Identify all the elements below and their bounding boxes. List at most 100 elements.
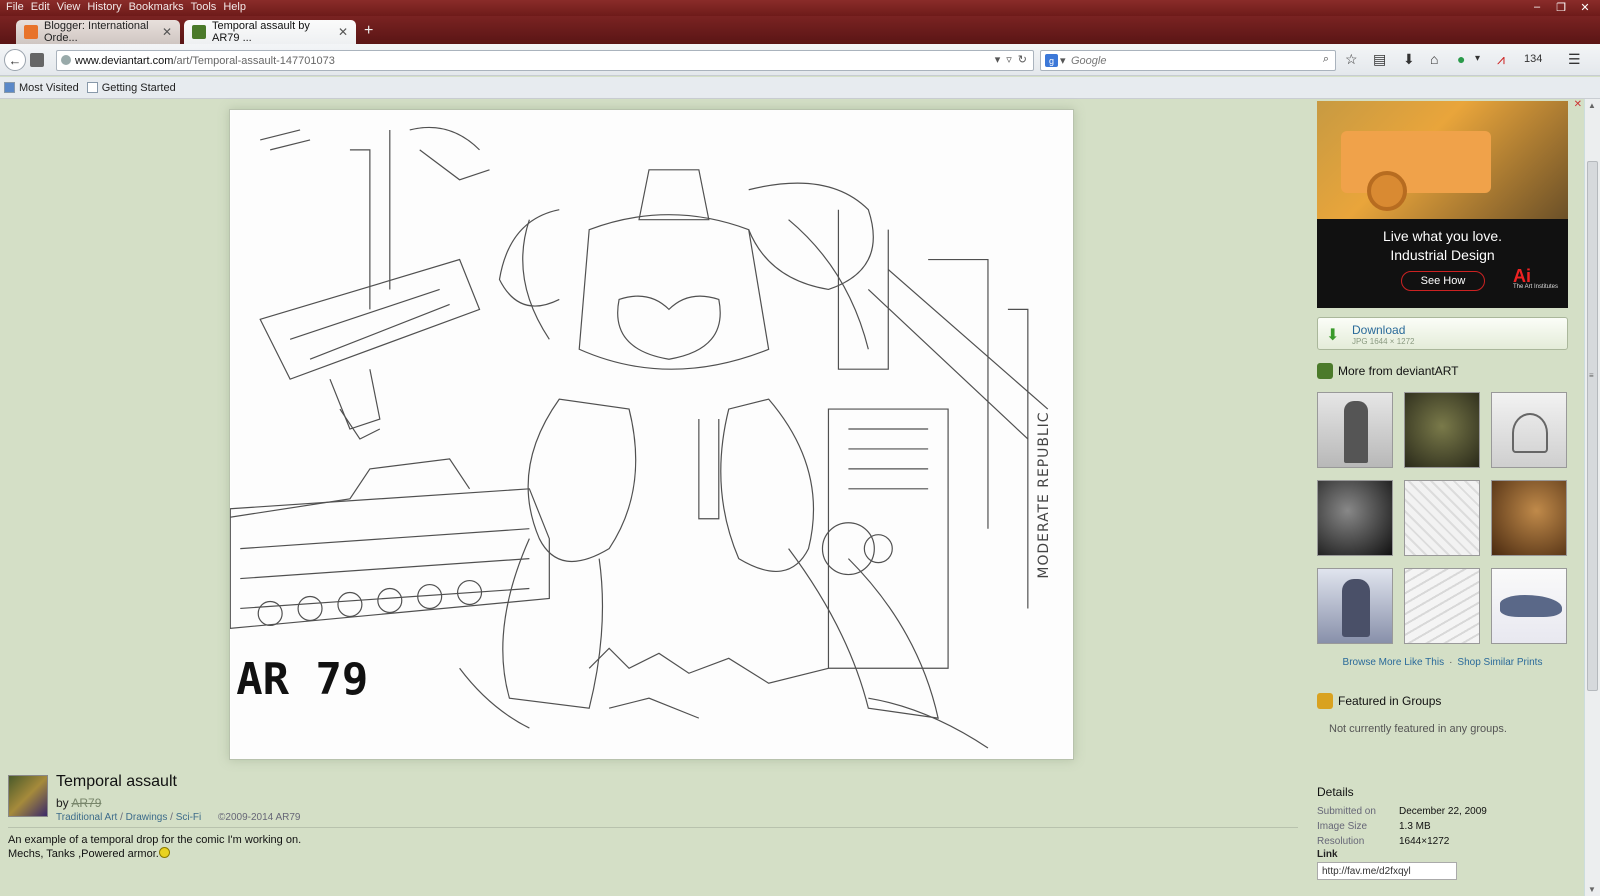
menu-view[interactable]: View: [57, 1, 88, 13]
menu-file[interactable]: File: [6, 1, 31, 13]
maximize-button[interactable]: ❐: [1550, 0, 1572, 14]
ad-photo: [1317, 101, 1568, 219]
home-icon[interactable]: ⌂: [1430, 51, 1438, 67]
detail-row: Resolution 1644×1272: [1317, 836, 1450, 847]
back-button[interactable]: ←: [4, 49, 26, 71]
shop-prints-link[interactable]: Shop Similar Prints: [1457, 657, 1542, 668]
category-traditional-art[interactable]: Traditional Art: [56, 812, 117, 823]
google-icon: g: [1045, 54, 1058, 67]
deviation-description: An example of a temporal drop for the co…: [8, 834, 302, 860]
thumbnail[interactable]: [1317, 568, 1393, 644]
page-content: AR 79 MODERATE REPUBLIC Temporal assault…: [0, 99, 1584, 896]
close-icon[interactable]: ✕: [338, 25, 348, 39]
thumbnail[interactable]: [1317, 392, 1393, 468]
related-thumbnails: [1317, 392, 1568, 644]
browse-more-link[interactable]: Browse More Like This: [1343, 657, 1445, 668]
chevron-down-icon[interactable]: ▾: [1475, 53, 1480, 64]
new-tab-button[interactable]: +: [364, 22, 373, 40]
window-titlebar: File Edit View History Bookmarks Tools H…: [0, 0, 1600, 16]
right-sidebar: ✕ Live what you love. Industrial Design …: [1305, 99, 1584, 896]
reload-icon[interactable]: ↻: [1018, 53, 1027, 66]
category-breadcrumb: Traditional Art / Drawings / Sci-Fi ©200…: [56, 812, 301, 823]
section-divider: [8, 827, 1298, 828]
page-info-icon[interactable]: [30, 53, 44, 67]
navigation-toolbar: ← www.deviantart.com/art/Temporal-assaul…: [0, 44, 1600, 76]
artwork-image[interactable]: AR 79 MODERATE REPUBLIC: [220, 109, 1074, 760]
groups-empty-text: Not currently featured in any groups.: [1329, 723, 1507, 735]
deviantart-logo-icon: [1317, 363, 1333, 379]
thumbnail[interactable]: [1491, 480, 1567, 556]
scroll-up-icon[interactable]: ▲: [1588, 101, 1596, 110]
folder-icon: [4, 82, 15, 93]
see-how-button[interactable]: See How: [1401, 271, 1485, 291]
menu-edit[interactable]: Edit: [31, 1, 57, 13]
download-button[interactable]: ⬇ Download JPG 1644 × 1272: [1317, 317, 1568, 350]
tab-bar: Blogger: International Orde... ✕ Tempora…: [0, 16, 1600, 44]
thumbnail[interactable]: [1317, 480, 1393, 556]
ad-headline: Live what you love.: [1382, 228, 1503, 244]
short-link-field[interactable]: [1317, 862, 1457, 880]
history-dropdown-icon[interactable]: ▾: [995, 53, 1001, 66]
groups-icon: [1317, 693, 1333, 709]
page-icon: [86, 82, 98, 93]
ad-subheadline: Industrial Design: [1390, 247, 1495, 263]
author-link[interactable]: AR79: [71, 796, 101, 810]
bookmark-star-small-icon[interactable]: ▿: [1006, 53, 1012, 66]
close-window-button[interactable]: ✕: [1574, 0, 1596, 14]
window-controls: – ❐ ✕: [1526, 0, 1596, 14]
search-input[interactable]: g ▾ Google ⌕: [1040, 50, 1336, 71]
scroll-thumb[interactable]: [1587, 161, 1598, 691]
page-scrollbar[interactable]: ▲ ≡ ▼: [1584, 99, 1600, 896]
byline: by AR79: [56, 796, 102, 810]
details-list: Submitted on December 22, 2009 Image Size…: [1317, 804, 1487, 849]
badge-count[interactable]: 134: [1524, 53, 1542, 65]
ad-close-icon[interactable]: ✕: [1574, 99, 1582, 110]
download-icon[interactable]: ⬇: [1403, 51, 1415, 68]
menu-bookmarks[interactable]: Bookmarks: [129, 1, 191, 13]
menu-history[interactable]: History: [87, 1, 128, 13]
thumbnail[interactable]: [1404, 568, 1480, 644]
menu-icon[interactable]: ☰: [1568, 51, 1581, 68]
thumbnail[interactable]: [1491, 392, 1567, 468]
thumbnail[interactable]: [1491, 568, 1567, 644]
url-host: www.deviantart.com: [75, 54, 174, 67]
details-heading: Details: [1317, 785, 1354, 799]
advertisement[interactable]: Live what you love. Industrial Design Se…: [1317, 101, 1568, 308]
search-icon[interactable]: ⌕: [1323, 53, 1329, 66]
bookmark-getting-started[interactable]: Getting Started: [86, 82, 176, 94]
category-sci-fi[interactable]: Sci-Fi: [176, 812, 202, 823]
bookmark-most-visited[interactable]: Most Visited: [4, 82, 79, 94]
chart-addon-icon[interactable]: ⩘: [1497, 51, 1505, 68]
featured-in-groups-heading: Featured in Groups: [1317, 693, 1441, 709]
detail-row: Image Size 1.3 MB: [1317, 821, 1431, 832]
scroll-down-icon[interactable]: ▼: [1588, 885, 1596, 894]
link-label: Link: [1317, 849, 1338, 860]
menu-tools[interactable]: Tools: [191, 1, 224, 13]
arrow-left-icon: ←: [8, 52, 22, 68]
side-caption: MODERATE REPUBLIC: [1036, 411, 1052, 578]
thumbnail[interactable]: [1404, 480, 1480, 556]
bookmarks-list-icon[interactable]: ▤: [1373, 51, 1386, 68]
copyright-text: ©2009-2014 AR79: [218, 812, 301, 823]
url-bar[interactable]: www.deviantart.com/art/Temporal-assault-…: [56, 50, 1034, 71]
menu-help[interactable]: Help: [223, 1, 253, 13]
tab-deviantart[interactable]: Temporal assault by AR79 ... ✕: [184, 20, 356, 44]
search-engine-dropdown-icon[interactable]: ▾: [1060, 54, 1066, 67]
tab-blogger[interactable]: Blogger: International Orde... ✕: [16, 20, 180, 44]
site-identity-icon: [61, 55, 71, 65]
signature-text: AR 79: [236, 654, 368, 705]
blogger-icon: [24, 25, 38, 39]
artist-signature: AR 79: [236, 654, 368, 705]
bookmark-star-icon[interactable]: ☆: [1345, 51, 1358, 68]
globe-icon[interactable]: ●: [1457, 51, 1465, 67]
close-icon[interactable]: ✕: [162, 25, 172, 39]
minimize-button[interactable]: –: [1526, 0, 1548, 14]
detail-row: Submitted on December 22, 2009: [1317, 806, 1487, 817]
scroll-grip-icon: ≡: [1589, 371, 1594, 380]
category-drawings[interactable]: Drawings: [126, 812, 168, 823]
art-institutes-logo: Ai The Art Institutes: [1512, 266, 1558, 290]
browse-links: Browse More Like This · Shop Similar Print…: [1342, 657, 1543, 668]
thumbnail[interactable]: [1404, 392, 1480, 468]
author-avatar[interactable]: [8, 775, 48, 817]
search-placeholder: Google: [1071, 54, 1107, 67]
